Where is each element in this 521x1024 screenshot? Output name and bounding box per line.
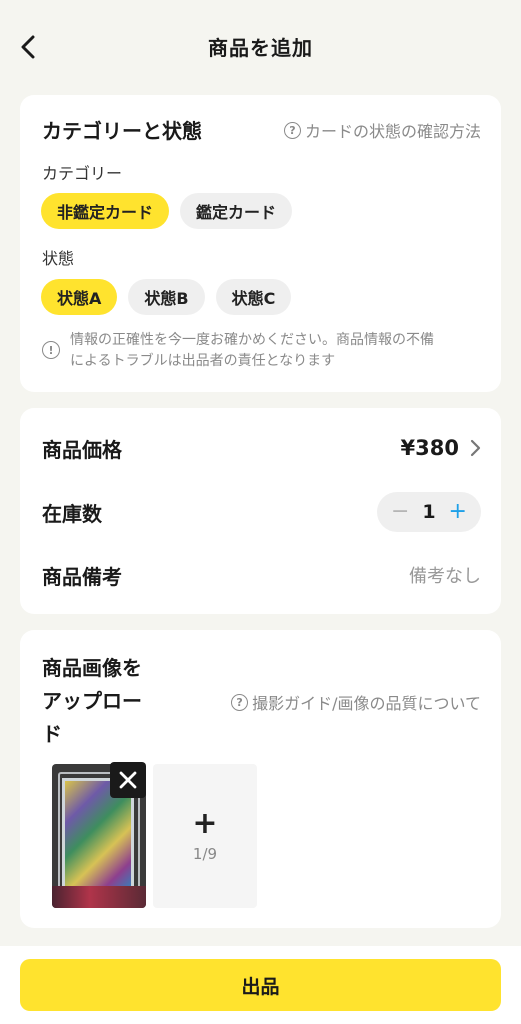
stock-row: 在庫数 − 1 + <box>42 492 481 532</box>
memo-row[interactable]: 商品備考 備考なし <box>42 555 481 595</box>
category-label: カテゴリー <box>42 164 123 183</box>
upload-title-line-3: ド <box>42 722 62 746</box>
photo-background <box>52 886 146 908</box>
image-count: 1/9 <box>192 845 218 863</box>
memo-label: 商品備考 <box>42 564 122 589</box>
image-upload-card: 商品画像を アップロー ド ? 撮影ガイド/画像の品質について + 1/9 <box>20 630 501 928</box>
stock-label: 在庫数 <box>42 501 102 526</box>
stock-decrement-button[interactable]: − <box>391 501 409 523</box>
memo-value: 備考なし <box>409 566 481 587</box>
close-icon <box>119 771 137 789</box>
bottom-action-bar: 出品 <box>0 946 521 1024</box>
category-chip-non-graded[interactable]: 非鑑定カード <box>41 193 170 229</box>
stock-increment-button[interactable]: + <box>449 501 467 523</box>
stock-stepper: − 1 + <box>377 492 481 532</box>
condition-label: 状態 <box>42 249 75 268</box>
price-label: 商品価格 <box>42 437 122 462</box>
chevron-right-icon <box>469 439 481 457</box>
notice-text: 情報の正確性を今一度お確かめください。商品情報の不備 によるトラブルは出品者の責… <box>70 330 434 372</box>
product-details-card: 商品価格 ¥380 在庫数 − 1 + 商品備考 備考なし <box>20 408 501 614</box>
upload-title-line-2: アップロー <box>42 689 142 713</box>
condition-chip-group: 状態A 状態B 状態C <box>41 279 292 315</box>
add-image-button[interactable]: + 1/9 <box>153 764 257 908</box>
question-circle-icon: ? <box>231 693 249 711</box>
condition-chip-c[interactable]: 状態C <box>215 279 292 315</box>
app-header: 商品を追加 <box>0 0 521 90</box>
photo-guide-link[interactable]: ? 撮影ガイド/画像の品質について <box>231 690 481 714</box>
stock-value: 1 <box>422 501 436 523</box>
accuracy-notice: ! 情報の正確性を今一度お確かめください。商品情報の不備 によるトラブルは出品者… <box>42 330 482 372</box>
condition-chip-a[interactable]: 状態A <box>41 279 118 315</box>
notice-line-1: 情報の正確性を今一度お確かめください。商品情報の不備 <box>70 332 434 348</box>
plus-icon: + <box>192 806 218 841</box>
upload-title-line-1: 商品画像を <box>42 656 142 680</box>
submit-listing-button[interactable]: 出品 <box>20 959 501 1011</box>
page-title: 商品を追加 <box>208 36 313 60</box>
category-chip-graded[interactable]: 鑑定カード <box>180 193 293 229</box>
condition-guide-label: カードの状態の確認方法 <box>304 122 481 141</box>
price-value: ¥380 <box>400 436 459 460</box>
condition-chip-b[interactable]: 状態B <box>128 279 205 315</box>
exclamation-circle-icon: ! <box>42 341 60 359</box>
condition-guide-link[interactable]: ? カードの状態の確認方法 <box>283 118 481 142</box>
category-condition-card: カテゴリーと状態 ? カードの状態の確認方法 カテゴリー 非鑑定カード 鑑定カー… <box>20 95 501 392</box>
notice-line-2: によるトラブルは出品者の責任となります <box>70 353 336 369</box>
photo-guide-label: 撮影ガイド/画像の品質について <box>252 694 481 713</box>
upload-section-title: 商品画像を アップロー ド <box>42 652 162 751</box>
category-section-title: カテゴリーと状態 <box>42 119 202 143</box>
question-circle-icon: ? <box>283 121 301 139</box>
price-row[interactable]: 商品価格 ¥380 <box>42 428 481 468</box>
remove-image-button[interactable] <box>110 762 146 798</box>
category-chip-group: 非鑑定カード 鑑定カード <box>41 193 293 229</box>
